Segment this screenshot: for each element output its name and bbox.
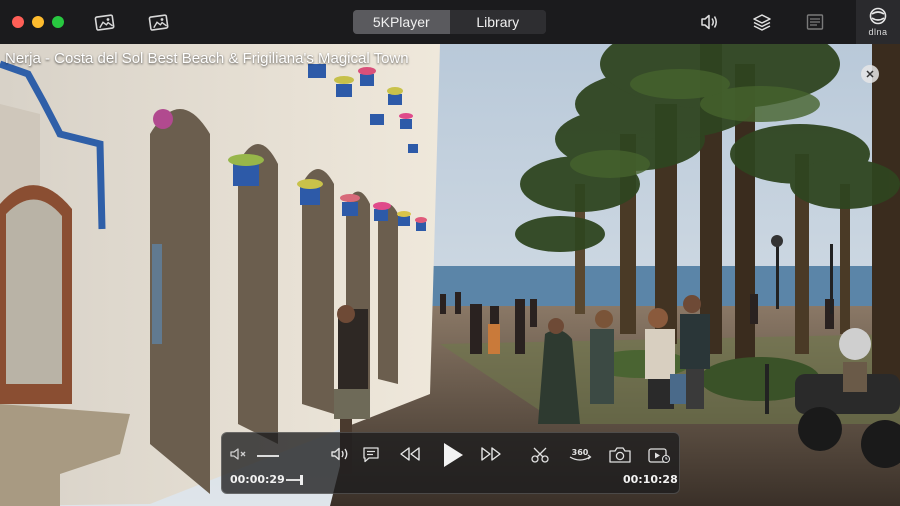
current-time: 00:00:29 <box>230 473 285 486</box>
airplay-audio-icon[interactable] <box>699 12 719 32</box>
subtitle-icon[interactable] <box>362 446 380 463</box>
volume-icon[interactable] <box>331 446 353 462</box>
record-icon[interactable] <box>647 446 671 464</box>
photo-icon[interactable] <box>94 12 116 32</box>
snapshot-icon[interactable] <box>608 446 632 464</box>
fast-forward-icon[interactable] <box>479 446 503 462</box>
svg-text:360: 360 <box>572 448 589 457</box>
photo-alt-icon[interactable] <box>148 12 170 32</box>
mute-icon[interactable] <box>230 447 248 461</box>
cut-icon[interactable] <box>530 446 550 464</box>
video-title: Nerja - Costa del Sol Best Beach & Frigi… <box>5 50 409 67</box>
rewind-icon[interactable] <box>398 446 422 462</box>
playlist-icon[interactable] <box>805 12 825 32</box>
seek-thumb[interactable] <box>300 475 303 485</box>
volume-slider[interactable] <box>257 455 279 457</box>
close-icon <box>866 70 874 78</box>
layers-icon[interactable] <box>752 12 772 32</box>
close-video-button[interactable] <box>861 65 879 83</box>
dlna-button[interactable]: dlna <box>856 0 900 44</box>
play-icon[interactable] <box>441 441 465 469</box>
seek-bar[interactable] <box>286 479 300 481</box>
window-zoom-button[interactable] <box>52 16 64 28</box>
window-controls <box>12 16 64 28</box>
dlna-icon <box>869 7 887 25</box>
dlna-label: dlna <box>868 27 888 37</box>
rotate-360-icon[interactable]: 360 <box>567 445 593 463</box>
playback-control-bar: 360 00:00:29 00:10:28 <box>221 432 680 494</box>
tab-5kplayer[interactable]: 5KPlayer <box>353 10 450 34</box>
tab-library[interactable]: Library <box>449 10 546 34</box>
title-bar: 5KPlayer Library dlna <box>0 0 900 44</box>
total-time: 00:10:28 <box>623 473 678 486</box>
window-close-button[interactable] <box>12 16 24 28</box>
mode-switcher: 5KPlayer Library <box>353 10 546 34</box>
window-minimize-button[interactable] <box>32 16 44 28</box>
